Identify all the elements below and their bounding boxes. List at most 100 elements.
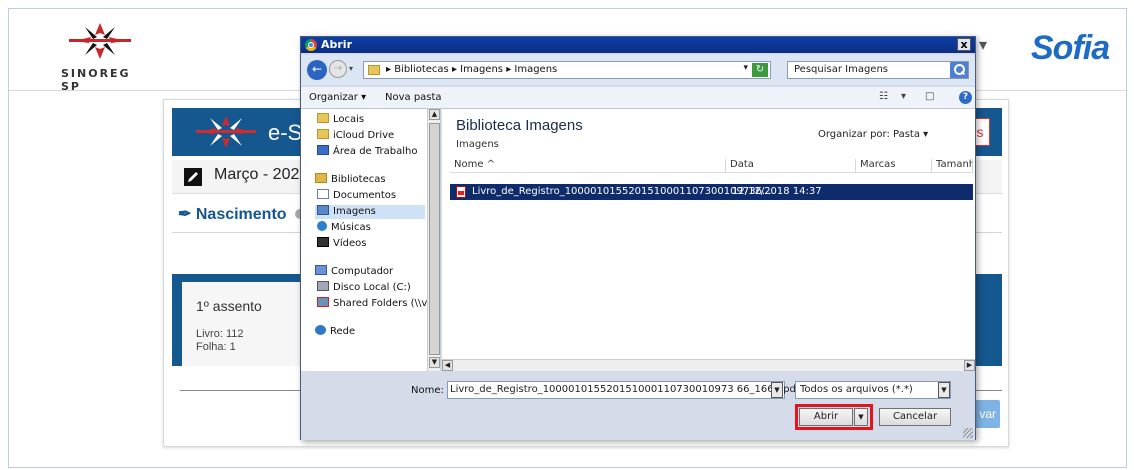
column-date[interactable]: Data: [726, 159, 856, 173]
month-label: Março - 2020: [214, 166, 309, 183]
assento-title: 1º assento: [196, 298, 262, 314]
sinoreg-logo[interactable]: SINOREG SP: [61, 21, 141, 93]
baby-carriage-icon: ✒: [178, 206, 192, 223]
music-icon: [317, 221, 327, 231]
assento-livro: Livro: 112: [196, 328, 244, 340]
nav-item-libraries[interactable]: Bibliotecas: [315, 173, 386, 187]
view-controls: ☷ ▾ □ ?: [879, 91, 972, 105]
nav-item-computer[interactable]: Computador: [315, 265, 393, 279]
open-dropdown-icon[interactable]: ▼: [854, 408, 868, 426]
filename-dropdown-icon[interactable]: ▼: [771, 382, 783, 398]
back-arrow-icon[interactable]: ←: [307, 60, 327, 80]
nav-item-desktop[interactable]: Área de Trabalho: [317, 145, 417, 159]
nav-item-music[interactable]: Músicas: [317, 221, 371, 235]
history-dropdown-icon[interactable]: ▾: [349, 64, 353, 73]
file-type-dropdown-icon[interactable]: ▼: [938, 382, 950, 398]
nav-item-images[interactable]: Imagens: [315, 205, 425, 219]
file-type-select[interactable]: Todos os arquivos (*.*): [795, 381, 951, 399]
filename-input[interactable]: Livro_de_Registro_1000010155201510001107…: [447, 381, 799, 399]
images-icon: [317, 205, 329, 215]
resize-grip-icon[interactable]: [963, 428, 973, 438]
dialog-titlebar[interactable]: Abrir x: [301, 37, 975, 53]
help-icon[interactable]: ?: [959, 91, 972, 104]
forward-arrow-icon[interactable]: →: [329, 60, 347, 78]
nav-item-label: Rede: [330, 326, 356, 337]
nav-item-label: Computador: [331, 266, 394, 277]
column-name[interactable]: Nome ^: [450, 159, 726, 173]
nav-item-locais[interactable]: Locais: [317, 113, 364, 127]
nav-item-label: Disco Local (C:): [333, 282, 411, 293]
organize-menu[interactable]: Organizar ▾: [309, 92, 366, 103]
horizontal-scrollbar[interactable]: ◀ ▶: [442, 359, 975, 371]
pdf-file-icon: [456, 186, 466, 198]
nav-item-label: Shared Folders (\\vi: [333, 298, 431, 309]
file-type-value: Todos os arquivos (*.*): [800, 384, 913, 395]
view-dropdown-icon[interactable]: ▾: [901, 91, 906, 102]
dialog-toolbar: Organizar ▾ Nova pasta ☷ ▾ □ ?: [301, 87, 975, 109]
file-name: Livro_de_Registro_1000010155201510001107…: [472, 186, 772, 197]
address-dropdown-icon[interactable]: ▾: [743, 63, 748, 73]
nav-item-shared-folders[interactable]: Shared Folders (\\vi: [317, 297, 430, 311]
library-title: Biblioteca Imagens: [456, 117, 583, 134]
arrange-by-menu[interactable]: Organizar por: Pasta ▾: [818, 129, 928, 140]
cancel-button[interactable]: Cancelar: [879, 408, 951, 426]
logo-text: SINOREG SP: [61, 67, 131, 93]
search-input[interactable]: Pesquisar Imagens: [787, 61, 969, 79]
section-label: Nascimento: [195, 206, 287, 223]
desktop-icon: [317, 145, 329, 155]
edit-icon[interactable]: [184, 168, 202, 186]
app-logo-icon: [196, 116, 256, 148]
nav-item-label: Músicas: [331, 222, 371, 233]
disk-icon: [317, 281, 329, 291]
column-tags[interactable]: Marcas: [856, 159, 932, 173]
file-date: 12/12/2018 14:37: [732, 186, 822, 197]
assento-folha: Folha: 1: [196, 341, 236, 353]
nav-item-label: Locais: [333, 114, 365, 125]
nav-item-documents[interactable]: Documentos: [317, 189, 396, 203]
breadcrumb[interactable]: ▸ Bibliotecas ▸ Imagens ▸ Imagens: [386, 64, 557, 75]
search-placeholder: Pesquisar Imagens: [794, 64, 888, 75]
view-options-icon[interactable]: ☷: [879, 91, 888, 102]
address-bar[interactable]: ▸ Bibliotecas ▸ Imagens ▸ Imagens ▾ ↻: [363, 61, 771, 79]
nav-item-network[interactable]: Rede: [315, 325, 355, 339]
documents-icon: [317, 189, 329, 199]
nav-item-icloud[interactable]: iCloud Drive: [317, 129, 394, 143]
search-icon[interactable]: [950, 62, 968, 78]
nav-item-label: iCloud Drive: [333, 130, 395, 141]
nav-item-label: Área de Trabalho: [333, 146, 418, 157]
network-icon: [315, 325, 326, 335]
folder-icon: [368, 65, 380, 75]
computer-icon: [315, 265, 327, 275]
chrome-icon: [305, 39, 317, 51]
dialog-footer: Nome: Livro_de_Registro_1000010155201510…: [301, 372, 975, 440]
section-nascimento[interactable]: ✒ Nascimento: [178, 204, 306, 224]
nav-item-local-disk[interactable]: Disco Local (C:): [317, 281, 411, 295]
scroll-thumb[interactable]: [429, 123, 440, 355]
scroll-down-icon[interactable]: ▼: [429, 357, 440, 368]
nav-scrollbar[interactable]: ▲ ▼: [427, 109, 440, 371]
file-row[interactable]: Livro_de_Registro_1000010155201510001107…: [450, 184, 973, 200]
folder-icon: [317, 113, 329, 123]
sinoreg-emblem-icon: [69, 23, 131, 59]
close-button[interactable]: x: [957, 38, 971, 51]
folder-icon: [317, 129, 329, 139]
filename-label: Nome:: [411, 385, 444, 396]
preview-pane-icon[interactable]: □: [925, 91, 934, 102]
scroll-left-icon[interactable]: ◀: [442, 360, 453, 371]
user-menu-caret[interactable]: ▾: [979, 35, 987, 55]
nav-item-label: Vídeos: [333, 238, 367, 249]
dialog-title: Abrir: [321, 38, 353, 51]
navigation-pane: Locais iCloud Drive Área de Trabalho Bib…: [301, 109, 441, 371]
new-folder-button[interactable]: Nova pasta: [385, 92, 442, 103]
refresh-icon[interactable]: ↻: [752, 63, 768, 77]
file-open-dialog: Abrir x ← → ▾ ▸ Bibliotecas ▸ Imagens ▸ …: [300, 36, 976, 440]
nav-item-label: Imagens: [333, 206, 376, 217]
open-button[interactable]: Abrir: [799, 408, 853, 426]
scroll-up-icon[interactable]: ▲: [429, 109, 440, 120]
nav-item-videos[interactable]: Vídeos: [317, 237, 366, 251]
column-headers: Nome ^ Data Marcas Tamanh: [450, 157, 973, 173]
address-row: ← → ▾ ▸ Bibliotecas ▸ Imagens ▸ Imagens …: [301, 55, 975, 85]
scroll-right-icon[interactable]: ▶: [964, 360, 975, 371]
sofia-brand[interactable]: Sofia: [1031, 29, 1110, 68]
column-size[interactable]: Tamanh: [932, 159, 973, 173]
